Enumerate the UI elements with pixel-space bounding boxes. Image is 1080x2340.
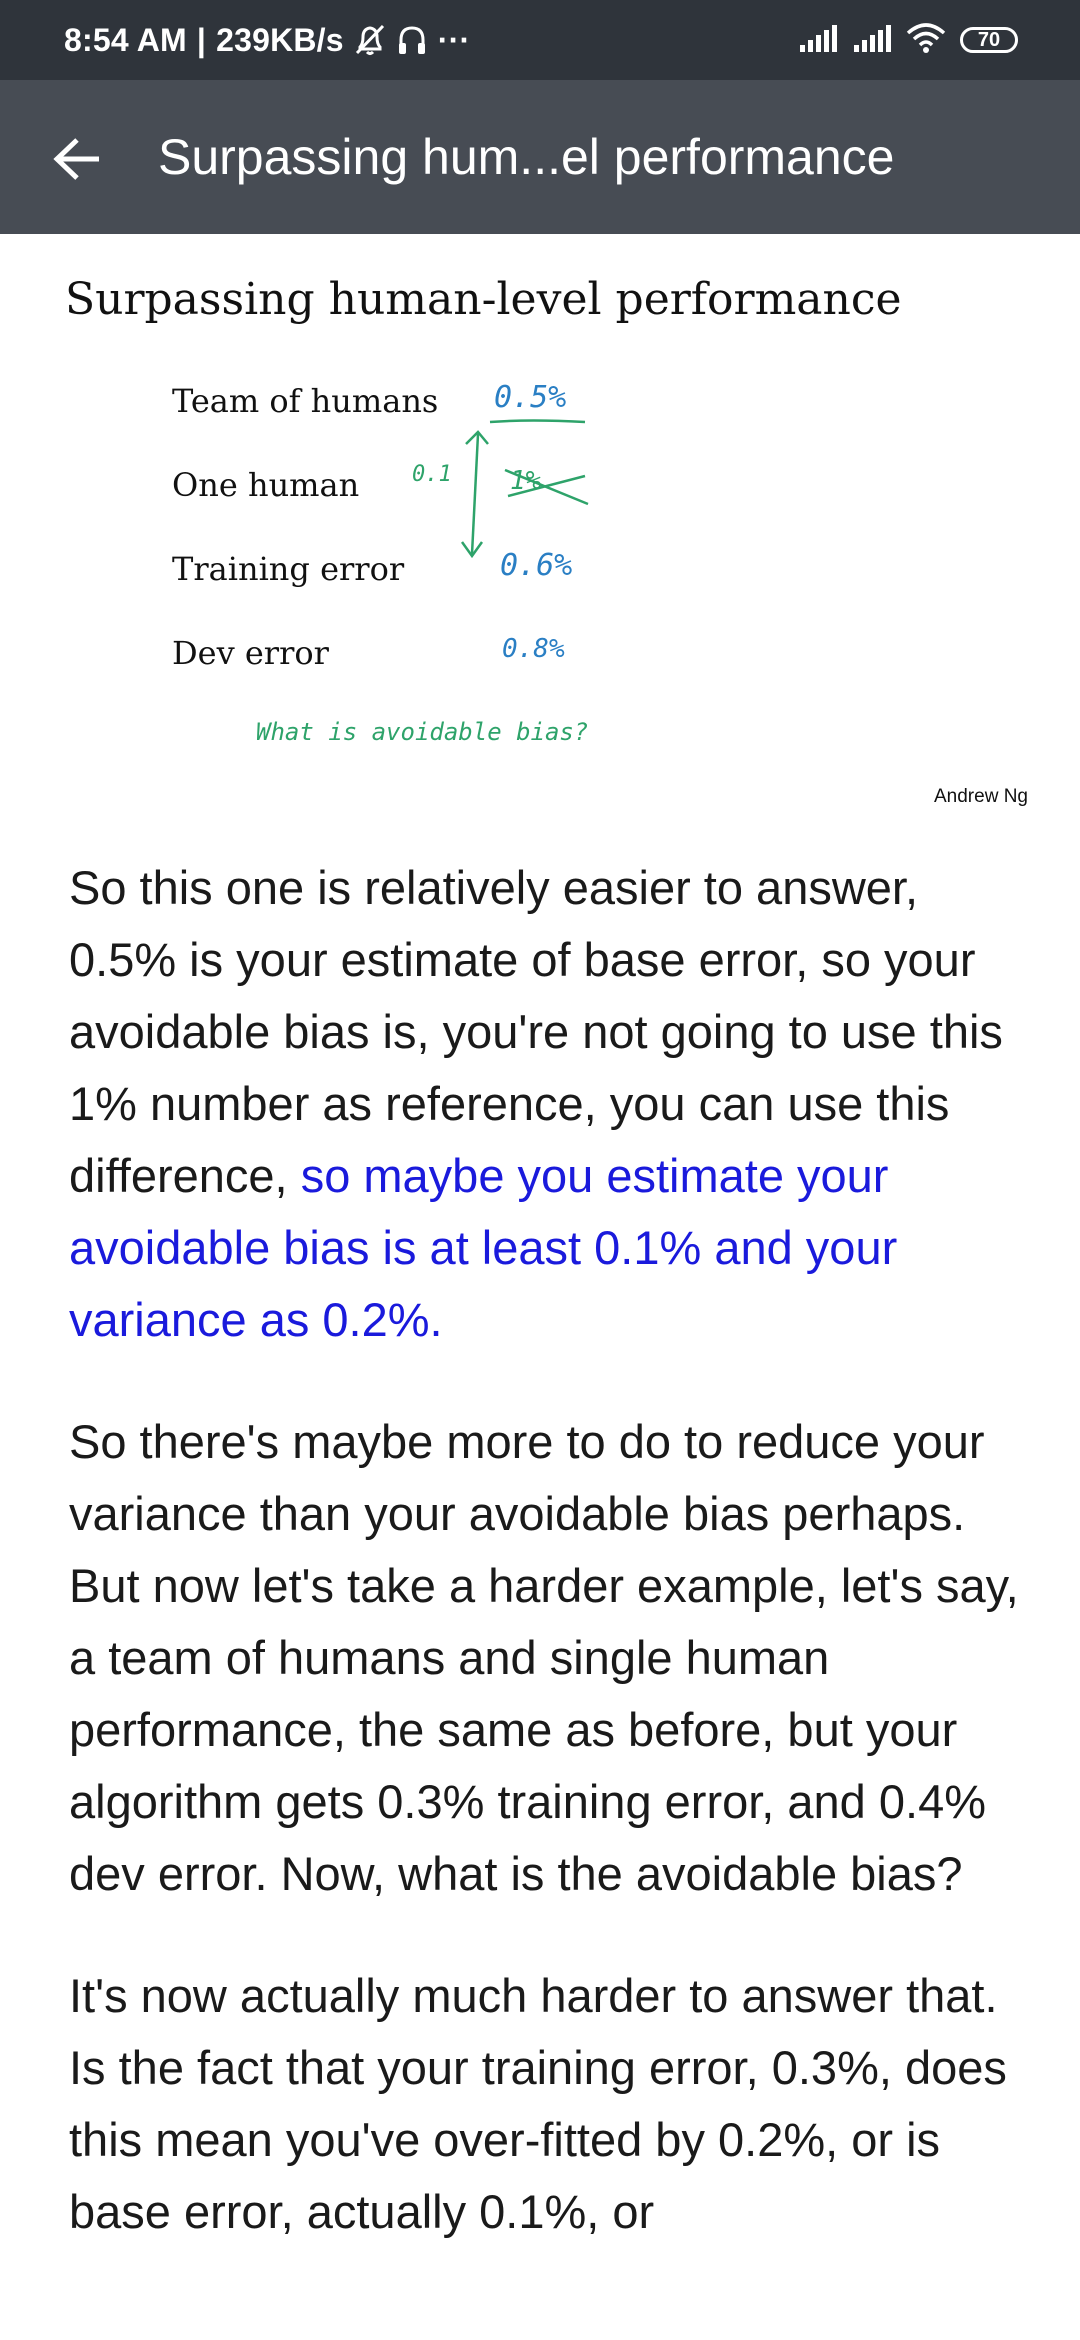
annotation-strokes <box>460 419 589 559</box>
more-dots-icon: ··· <box>437 21 471 58</box>
status-separator: | <box>196 21 207 58</box>
transcript-text: So this one is relatively easier to answ… <box>69 852 1029 2298</box>
wifi-icon <box>906 22 946 58</box>
status-right: 70 <box>798 0 1018 80</box>
paragraph: So there's maybe more to do to reduce yo… <box>69 1415 1019 1900</box>
status-left: 8:54 AM | 239KB/s ··· <box>64 0 470 80</box>
paragraph: It's now actually much harder to answer … <box>69 1969 1007 2238</box>
page-title: Surpassing hum...el performance <box>158 129 895 185</box>
status-speed: 239KB/s <box>216 21 344 58</box>
status-time: 8:54 AM <box>64 21 187 58</box>
headphones-icon <box>396 23 428 57</box>
lecture-slide: Surpassing human-level performance Team … <box>0 234 1080 824</box>
bell-muted-icon <box>354 23 386 57</box>
screen: 8:54 AM | 239KB/s ··· 70 Surpassing hum.… <box>0 0 1080 2340</box>
signal-icon <box>852 23 892 58</box>
arrow-left-icon <box>53 138 99 180</box>
slide-credit: Andrew Ng <box>934 786 1028 807</box>
status-bar: 8:54 AM | 239KB/s ··· 70 <box>0 0 1080 80</box>
app-bar: Surpassing hum...el performance <box>0 80 1080 234</box>
signal-icon <box>798 23 838 58</box>
back-button[interactable] <box>40 122 114 196</box>
battery-icon: 70 <box>960 27 1018 53</box>
paragraph: So this one is relatively easier to answ… <box>69 852 1029 1356</box>
